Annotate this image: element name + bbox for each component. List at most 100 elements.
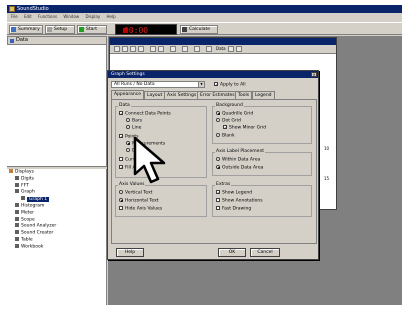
fast-drawing-option[interactable]: Fast Drawing: [216, 206, 251, 213]
connect-data-points-option[interactable]: ✓ Connect Data Points: [119, 111, 171, 118]
ok-button[interactable]: OK: [218, 248, 246, 257]
tree-item-digits[interactable]: Digits: [9, 175, 105, 183]
checkbox-box[interactable]: ✓: [119, 165, 123, 170]
radio-button[interactable]: [126, 118, 130, 122]
cancel-button[interactable]: Cancel: [250, 248, 280, 257]
line-option[interactable]: Line: [126, 125, 141, 132]
graph-data-menu[interactable]: Data: [216, 46, 226, 52]
statistics-icon[interactable]: [182, 46, 188, 52]
run-select[interactable]: All Runs / No Data ▼: [111, 81, 205, 88]
tree-item-table[interactable]: Table: [9, 236, 105, 244]
tree-item-label: Histogram: [21, 203, 45, 209]
tree-item-histogram[interactable]: Histogram: [9, 202, 105, 210]
apply-all-label: Apply to All: [220, 82, 246, 88]
slope-icon[interactable]: [150, 46, 156, 52]
zoom-icon[interactable]: [122, 46, 128, 52]
radio-button[interactable]: [216, 118, 220, 122]
tree-item-graph-1[interactable]: Graph 1: [9, 196, 105, 203]
hide-axis-values-option[interactable]: Hide Axis Values: [119, 206, 162, 213]
settings-icon[interactable]: [236, 46, 242, 52]
radio-button[interactable]: [126, 125, 130, 129]
help-button[interactable]: Help: [116, 248, 144, 257]
graph-window-titlebar[interactable]: [110, 38, 336, 45]
tab-legend[interactable]: Legend: [252, 91, 275, 99]
tree-item-sound-creator[interactable]: Sound Creator: [9, 230, 105, 237]
radio-button[interactable]: [119, 190, 123, 194]
tree-item-sound-analyzer[interactable]: Sound Analyzer: [9, 223, 105, 230]
tree-item-meter[interactable]: Meter: [9, 209, 105, 217]
within-data-area-option[interactable]: Within Data Area: [216, 157, 260, 164]
bars-option[interactable]: Bars: [126, 118, 142, 125]
add-plot-icon[interactable]: [206, 46, 212, 52]
tree-item-graph[interactable]: Graph: [9, 189, 105, 196]
select-icon[interactable]: [130, 46, 136, 52]
area-icon[interactable]: [194, 46, 200, 52]
option-label: Hide Axis Values: [125, 206, 163, 212]
dot-grid-option[interactable]: Dot Grid: [216, 118, 241, 125]
run-select-value: All Runs / No Data: [114, 82, 155, 87]
scale-icon[interactable]: [114, 46, 120, 52]
scope-icon: [15, 216, 19, 221]
menu-help[interactable]: Help: [107, 14, 116, 19]
apply-all-checkbox[interactable]: ✓ Apply to All: [214, 82, 246, 89]
checkbox-box[interactable]: ✓: [119, 134, 123, 139]
tab-axis-settings[interactable]: Axis Settings: [164, 91, 200, 99]
checkbox-box[interactable]: [216, 206, 220, 210]
tree-item-label: Displays: [15, 169, 34, 175]
app-titlebar: SoundStudio: [7, 5, 402, 13]
show-annotations-option[interactable]: Show Annotations: [216, 198, 263, 205]
desktop-screen: SoundStudio File Edit Functions Window D…: [7, 5, 402, 305]
tree-item-scope[interactable]: Scope: [9, 216, 105, 224]
start-button[interactable]: Start: [77, 25, 107, 34]
horizontal-text-option[interactable]: Horizontal Text: [119, 198, 159, 205]
tab-error-estimates[interactable]: Error Estimates: [197, 91, 238, 99]
radio-button[interactable]: [216, 165, 220, 169]
checkbox-box[interactable]: ✓: [223, 125, 227, 130]
data-panel-header[interactable]: Data: [7, 36, 107, 45]
tree-item-displays[interactable]: Displays: [9, 169, 105, 176]
radio-button[interactable]: [216, 133, 220, 137]
tree-item-label: Workbook: [21, 244, 44, 250]
radio-button[interactable]: [126, 141, 130, 145]
dialog-title[interactable]: Graph Settings: [108, 71, 318, 78]
vertical-text-option[interactable]: Vertical Text: [119, 190, 152, 197]
show-minor-grid-option[interactable]: ✓ Show Minor Grid: [223, 125, 266, 132]
option-label: Fast Drawing: [222, 206, 252, 212]
mouse-pointer-icon: [133, 136, 166, 184]
tree-item-label: Digits: [21, 176, 34, 182]
radio-button[interactable]: [119, 198, 123, 202]
chevron-down-icon[interactable]: ▼: [198, 82, 204, 87]
checkbox-box[interactable]: ✓: [214, 82, 218, 87]
tab-appearance[interactable]: Appearance: [111, 90, 145, 99]
coordinates-icon[interactable]: [138, 46, 144, 52]
show-legend-option[interactable]: ✓ Show Legend: [216, 190, 252, 197]
menu-functions[interactable]: Functions: [38, 14, 57, 19]
radio-button[interactable]: [216, 111, 220, 115]
quadrille-grid-option[interactable]: Quadrille Grid: [216, 111, 253, 118]
blank-option[interactable]: Blank: [216, 133, 235, 140]
checkbox-box[interactable]: [216, 198, 220, 202]
checkbox-box[interactable]: [119, 206, 123, 210]
checkbox-box[interactable]: ✓: [119, 111, 123, 116]
radio-button[interactable]: [216, 157, 220, 161]
tab-layout[interactable]: Layout: [144, 91, 166, 99]
menu-window[interactable]: Window: [63, 14, 79, 19]
menu-file[interactable]: File: [11, 14, 18, 19]
calculate-button[interactable]: Calculate: [180, 25, 218, 34]
fit-icon[interactable]: [158, 46, 164, 52]
outside-data-area-option[interactable]: Outside Data Area: [216, 165, 263, 172]
tree-item-label: Meter: [21, 210, 35, 216]
tree-item-workbook[interactable]: Workbook: [9, 243, 105, 251]
checkbox-box[interactable]: ✓: [216, 190, 220, 195]
radio-button[interactable]: [126, 148, 130, 152]
tab-tools[interactable]: Tools: [235, 91, 253, 99]
menu-edit[interactable]: Edit: [24, 14, 32, 19]
menu-display[interactable]: Display: [85, 14, 100, 19]
tree-item-fft[interactable]: FFT: [9, 182, 105, 190]
close-icon[interactable]: ×: [311, 72, 317, 77]
checkbox-box[interactable]: [119, 157, 123, 161]
summary-button[interactable]: Summary: [9, 25, 43, 34]
setup-button[interactable]: Setup: [45, 25, 75, 34]
delete-icon[interactable]: [228, 46, 234, 52]
annotation-icon[interactable]: [170, 46, 176, 52]
